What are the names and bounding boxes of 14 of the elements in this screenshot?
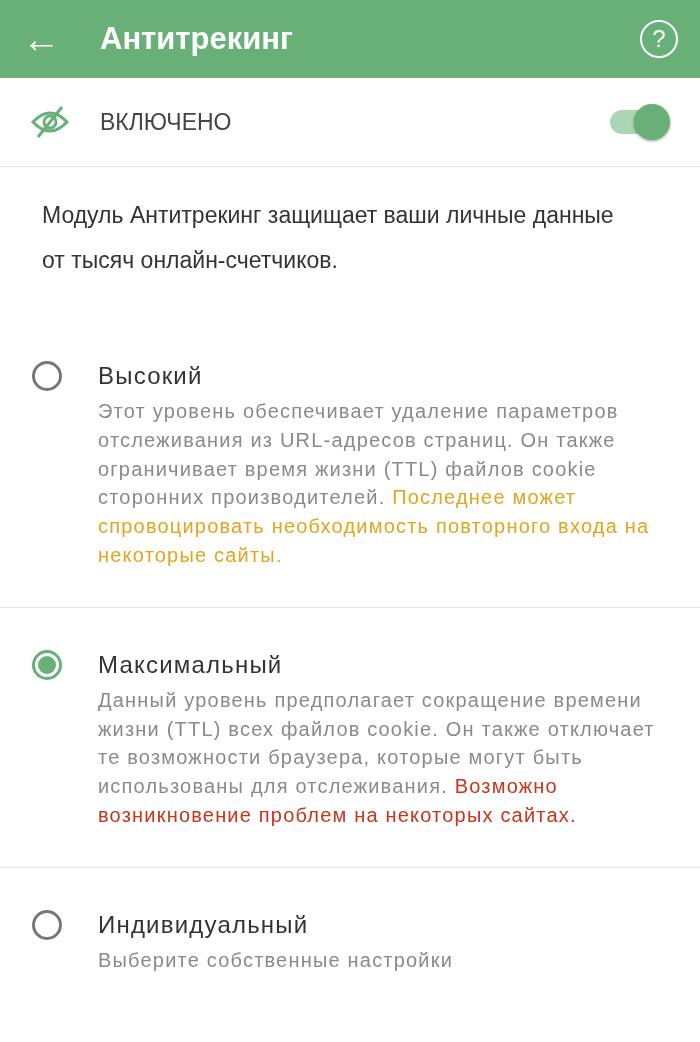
option-title: Максимальный xyxy=(98,649,284,680)
option-title: Индивидуальный xyxy=(98,909,310,940)
help-button[interactable]: ? xyxy=(640,20,678,58)
intro-paragraph: Модуль Антитрекинг защищает ваши личные данные от тысяч онлайн-счетчиков. xyxy=(42,201,615,275)
radio-button[interactable] xyxy=(32,909,62,940)
enabled-label: ВКЛЮЧЕНО xyxy=(100,108,233,136)
option-description: Данный уровень предполагает сокращение времени жизни (TTL) всех файлов cookie. Он также отключает те возможности браузера, которые могут быть использованы для отслеживания. Возможно возникновение проблем на некоторых сайтах. xyxy=(98,687,656,828)
radio-button[interactable] xyxy=(32,649,62,680)
option-description: Этот уровень обеспечивает удаление параметров отслеживания из URL-адресов страниц. Он также ограничивает время жизни (TTL) файлов cookie сторонних производителей. Последнее может спровоцировать необходимость повторного входа на некоторые сайты. xyxy=(98,399,651,568)
back-button[interactable]: ← xyxy=(22,20,82,58)
option-title: Высокий xyxy=(98,361,204,391)
option-description: Выберите собственные настройки xyxy=(98,947,454,973)
radio-button[interactable] xyxy=(32,361,62,391)
screen-title: Антитрекинг xyxy=(100,21,294,57)
